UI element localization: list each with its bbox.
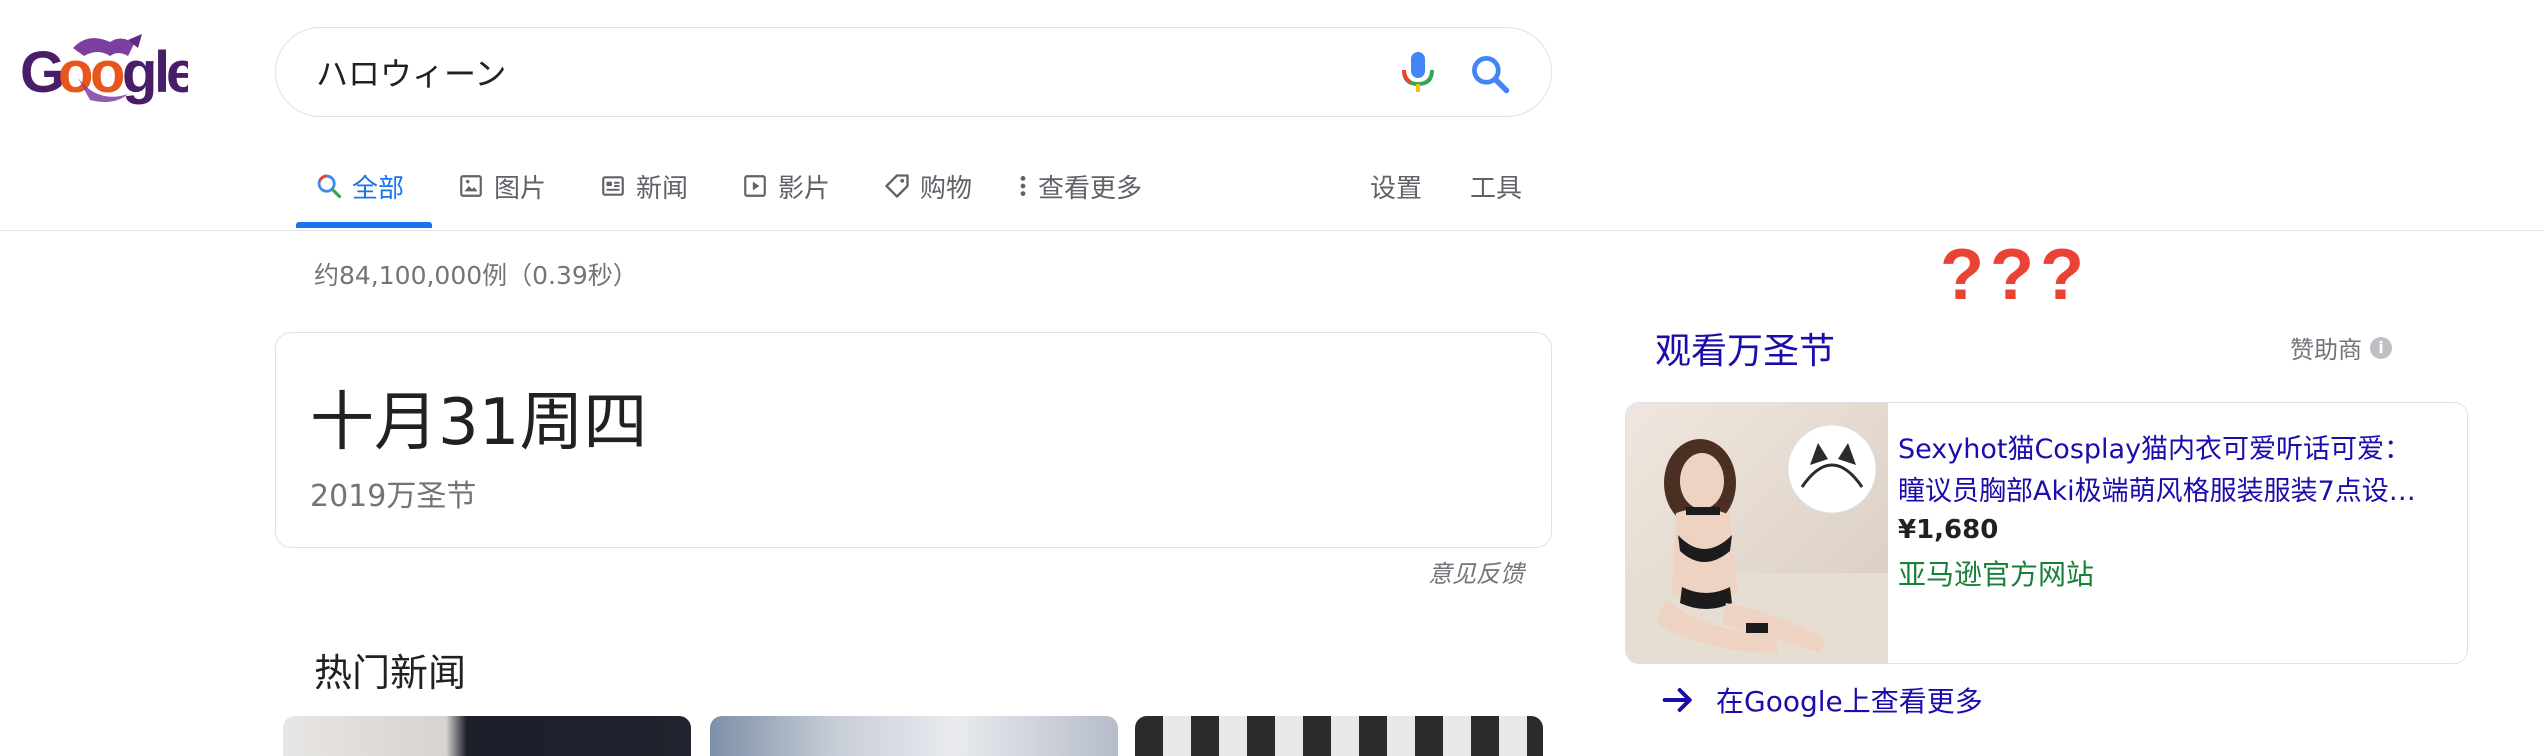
video-icon [740, 171, 770, 201]
shopping-ads-title[interactable]: 观看万圣节 [1655, 322, 1835, 374]
date-weekday: 周四 [519, 386, 648, 460]
date-answer: 十月31周四 [310, 371, 647, 463]
product-title-line1: Sexyhot猫Cosplay猫内衣可爱听话可爱： [1898, 434, 2412, 465]
search-icon[interactable] [1468, 52, 1512, 96]
arrow-right-icon [1658, 680, 1698, 720]
product-title-line2: 瞳议员胸部Aki极端萌风格服装服装7点设… [1898, 476, 2416, 507]
tab-videos[interactable]: 影片 [740, 165, 830, 207]
tab-shopping[interactable]: 购物 [882, 165, 972, 207]
tab-label: 查看更多 [1038, 173, 1143, 204]
feedback-link[interactable]: 意见反馈 [1428, 554, 1524, 589]
tools-label: 工具 [1470, 173, 1523, 204]
news-thumbnail[interactable] [710, 716, 1118, 756]
product-image[interactable] [1626, 403, 1888, 663]
settings-button[interactable]: 设置 [1370, 165, 1422, 207]
see-more-label: 在Google上查看更多 [1716, 685, 1983, 718]
search-box[interactable] [275, 27, 1552, 117]
news-thumbnail[interactable] [283, 716, 691, 756]
product-title[interactable]: Sexyhot猫Cosplay猫内衣可爱听话可爱： 瞳议员胸部Aki极端萌风格服… [1898, 429, 2438, 513]
date-month: 十月 [310, 386, 438, 460]
sponsored-label: 赞助商 i [2290, 330, 2392, 365]
sponsored-text: 赞助商 [2290, 336, 2362, 364]
tab-all[interactable]: 全部 [314, 165, 404, 207]
tab-images[interactable]: 图片 [456, 165, 546, 207]
info-icon[interactable]: i [2370, 336, 2392, 359]
search-icon [314, 171, 344, 201]
top-stories-heading: 热门新闻 [314, 651, 467, 695]
result-stats: 约84,100,000例（0.39秒） [314, 261, 638, 290]
annotation-question-marks: ??? [1940, 235, 2090, 315]
microphone-icon[interactable] [1394, 48, 1442, 98]
tools-button[interactable]: 工具 [1470, 165, 1522, 207]
news-thumbnail[interactable] [1135, 716, 1543, 756]
tab-label: 影片 [778, 173, 831, 204]
product-ad-card[interactable]: Sexyhot猫Cosplay猫内衣可爱听话可爱： 瞳议员胸部Aki极端萌风格服… [1625, 402, 2468, 664]
svg-text:e: e [166, 40, 188, 105]
product-price: ¥1,680 [1898, 515, 1999, 545]
more-vert-icon [1016, 171, 1030, 201]
search-input[interactable] [316, 48, 1376, 96]
svg-text:o: o [58, 40, 92, 105]
date-day: 31 [438, 386, 520, 460]
header-divider [0, 230, 2544, 231]
tab-label: 图片 [494, 173, 547, 204]
see-more-on-google-link[interactable]: 在Google上查看更多 [1658, 680, 1983, 720]
news-icon [598, 171, 628, 201]
active-tab-indicator [296, 222, 432, 228]
settings-label: 设置 [1370, 173, 1423, 204]
tag-icon [882, 171, 912, 201]
product-store[interactable]: 亚马逊官方网站 [1898, 553, 2094, 593]
tab-more[interactable]: 查看更多 [1016, 165, 1142, 207]
date-subtitle: 2019万圣节 [310, 479, 477, 514]
tab-label: 新闻 [636, 173, 689, 204]
google-doodle-logo[interactable]: G o o g l e [18, 34, 188, 106]
date-answer-card: 十月31周四 2019万圣节 [275, 332, 1552, 548]
tab-label: 全部 [352, 173, 405, 204]
image-icon [456, 171, 486, 201]
tab-news[interactable]: 新闻 [598, 165, 688, 207]
tab-label: 购物 [920, 173, 973, 204]
svg-text:G: G [20, 40, 63, 105]
svg-text:g: g [122, 40, 155, 105]
